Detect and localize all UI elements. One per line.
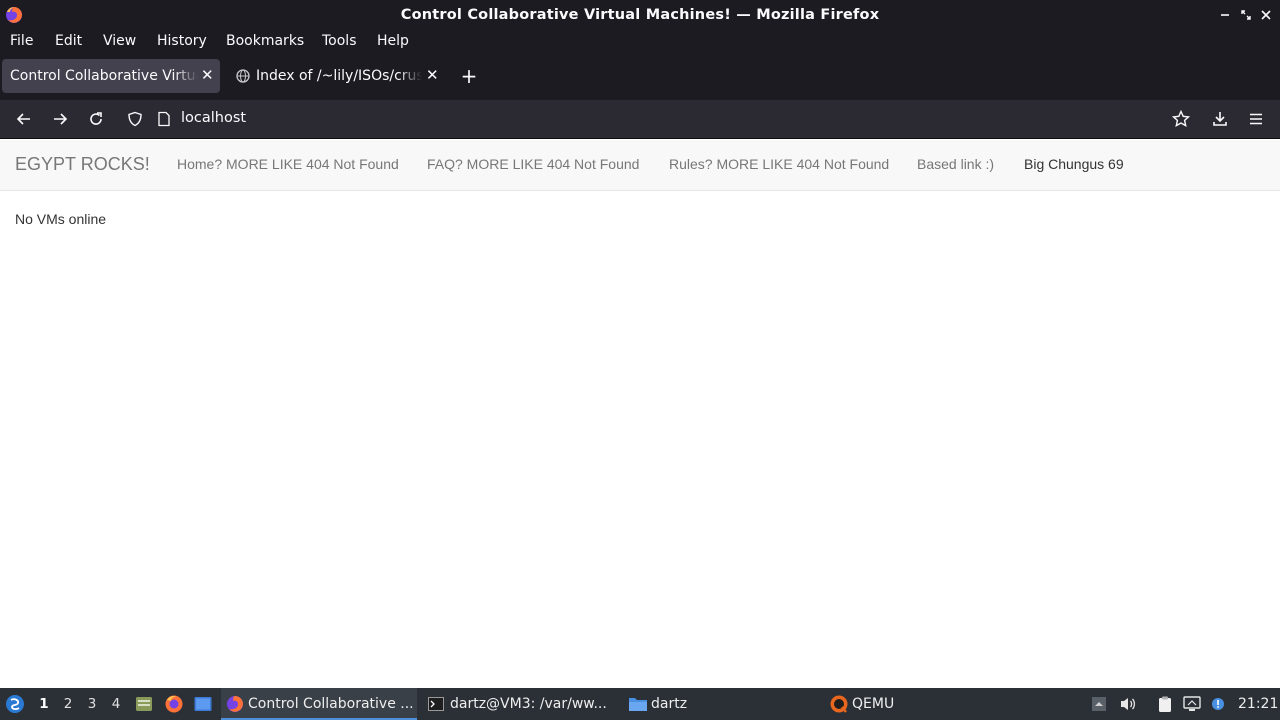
nav-link-big-chungus[interactable]: Big Chungus 69 <box>1024 156 1124 172</box>
workspace-4[interactable]: 4 <box>108 696 124 712</box>
menu-bar: File Edit View History Bookmarks Tools H… <box>0 30 1280 54</box>
tab-bar: Control Collaborative Virtual Machines! … <box>0 54 1280 100</box>
workspace-3[interactable]: 3 <box>84 696 100 712</box>
firefox-launcher-icon[interactable] <box>164 688 184 720</box>
window-title: Control Collaborative Virtual Machines! … <box>400 7 880 23</box>
menu-view[interactable]: View <box>103 33 136 49</box>
menu-edit[interactable]: Edit <box>55 33 82 49</box>
notification-icon[interactable] <box>1211 688 1225 720</box>
qemu-task-icon[interactable] <box>829 688 849 720</box>
network-icon[interactable] <box>1183 688 1201 720</box>
clipboard-icon[interactable] <box>1156 688 1174 720</box>
tab-label: Control Collaborative Virtual Machines! <box>10 68 198 84</box>
site-navbar: EGYPT ROCKS! Home? MORE LIKE 404 Not Fou… <box>0 140 1280 191</box>
menu-history[interactable]: History <box>157 33 207 49</box>
hamburger-menu-icon[interactable] <box>1246 109 1266 129</box>
minimize-icon[interactable] <box>1217 7 1233 23</box>
task-label-qemu[interactable]: QEMU <box>852 696 894 712</box>
terminal-task-icon[interactable] <box>428 688 444 720</box>
menu-tools[interactable]: Tools <box>322 33 357 49</box>
tab-index-isos[interactable]: Index of /~lily/ISOs/crust ✕ <box>226 59 446 93</box>
nav-link-based[interactable]: Based link :) <box>917 156 994 172</box>
downloads-icon[interactable] <box>1210 109 1230 129</box>
task-label-firefox: Control Collaborative ... <box>248 696 414 712</box>
folder-task-icon[interactable] <box>628 688 648 720</box>
forward-icon[interactable] <box>50 109 70 129</box>
close-window-icon[interactable] <box>1258 7 1274 23</box>
clock[interactable]: 21:21 <box>1238 696 1278 712</box>
menu-bookmarks[interactable]: Bookmarks <box>226 33 304 49</box>
workspace-1[interactable]: 1 <box>36 696 52 712</box>
volume-icon[interactable] <box>1119 688 1137 720</box>
back-icon[interactable] <box>14 109 34 129</box>
file-manager-launcher-icon[interactable] <box>134 688 154 720</box>
menu-help[interactable]: Help <box>377 33 409 49</box>
workspace-2[interactable]: 2 <box>60 696 76 712</box>
url-text[interactable]: localhost <box>181 110 246 126</box>
url-bar[interactable] <box>119 104 1199 134</box>
globe-icon <box>236 69 250 83</box>
menu-file[interactable]: File <box>10 33 33 49</box>
close-tab-icon[interactable]: ✕ <box>201 66 214 84</box>
tray-arrow-icon[interactable] <box>1091 688 1107 720</box>
nav-link-home[interactable]: Home? MORE LIKE 404 Not Found <box>177 156 399 172</box>
maximize-icon[interactable] <box>1238 7 1254 23</box>
close-tab-icon[interactable]: ✕ <box>426 66 439 84</box>
nav-link-rules[interactable]: Rules? MORE LIKE 404 Not Found <box>669 156 889 172</box>
task-label-terminal[interactable]: dartz@VM3: /var/ww... <box>450 696 607 712</box>
start-menu-icon[interactable] <box>5 688 25 720</box>
nav-link-faq[interactable]: FAQ? MORE LIKE 404 Not Found <box>427 156 639 172</box>
new-tab-button[interactable]: + <box>459 66 479 88</box>
shield-icon[interactable] <box>125 109 145 129</box>
tab-control-collaborative[interactable]: Control Collaborative Virtual Machines! … <box>2 59 220 93</box>
vm-status-text: No VMs online <box>15 211 107 227</box>
site-brand[interactable]: EGYPT ROCKS! <box>15 154 150 175</box>
window-titlebar: Control Collaborative Virtual Machines! … <box>0 0 1280 30</box>
firefox-task-icon <box>226 688 244 720</box>
desktop-launcher-icon[interactable] <box>193 688 213 720</box>
reload-icon[interactable] <box>86 109 106 129</box>
task-label-folder[interactable]: dartz <box>651 696 687 712</box>
page-icon <box>154 109 174 129</box>
bookmark-star-icon[interactable] <box>1171 109 1191 129</box>
taskbar: 1 2 3 4 Control Collaborative ... dartz@… <box>0 688 1280 720</box>
